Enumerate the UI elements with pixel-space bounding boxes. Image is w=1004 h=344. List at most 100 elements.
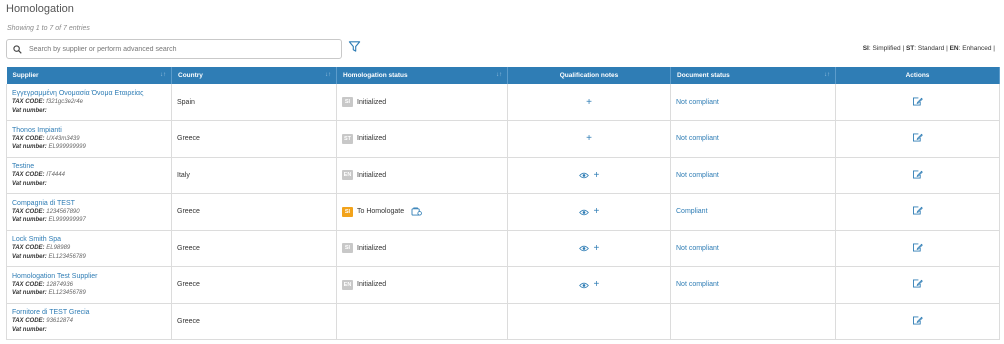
vat-number-label: Vat number: xyxy=(12,326,47,333)
eye-icon[interactable] xyxy=(578,209,589,216)
tax-code-value: 1234567890 xyxy=(46,208,80,215)
level-badge: EN xyxy=(342,279,353,290)
status-cell: SI Initialized xyxy=(336,230,508,267)
vat-number-label: Vat number: xyxy=(12,217,47,224)
tax-code-label: TAX CODE: xyxy=(12,245,45,252)
column-header-doc-status[interactable]: Document status ↓↑ xyxy=(670,67,836,84)
status-wrap: SI To Homologate xyxy=(342,206,502,217)
actions-cell xyxy=(835,303,1000,340)
tax-code-line: TAX CODE: 1234567890 xyxy=(12,208,166,217)
actions-cell xyxy=(835,230,1000,267)
supplier-name-link[interactable]: Compagnia di TEST xyxy=(12,199,166,208)
add-note-button[interactable]: + xyxy=(594,206,600,217)
vat-number-value: EL123456789 xyxy=(48,290,86,297)
homologate-icon[interactable] xyxy=(411,207,422,216)
edit-document-icon[interactable] xyxy=(912,206,923,215)
table-row: Lock Smith Spa TAX CODE: EL98989 Vat num… xyxy=(6,230,1000,267)
supplier-name-link[interactable]: Homologation Test Supplier xyxy=(12,272,166,281)
actions-cell xyxy=(835,120,1000,158)
vat-number-line: Vat number: EL999999999 xyxy=(12,143,166,152)
edit-document-icon[interactable] xyxy=(912,316,923,325)
search-input[interactable] xyxy=(29,45,329,53)
vat-number-line: Vat number: xyxy=(12,107,166,116)
eye-icon[interactable] xyxy=(578,282,589,289)
column-header-status[interactable]: Homologation status ↓↑ xyxy=(336,67,508,84)
add-note-button[interactable]: + xyxy=(594,243,600,254)
vat-number-line: Vat number: EL123456789 xyxy=(12,289,166,298)
vat-number-line: Vat number: xyxy=(12,180,166,189)
document-status-link[interactable]: Not compliant xyxy=(676,281,719,288)
document-status-link[interactable]: Not compliant xyxy=(676,135,719,142)
entries-count: Showing 1 to 7 of 7 entries xyxy=(7,25,90,32)
eye-icon[interactable] xyxy=(578,245,589,252)
country-cell: Greece xyxy=(171,266,337,304)
add-note-button[interactable]: + xyxy=(586,97,592,108)
edit-document-icon[interactable] xyxy=(912,170,923,179)
status-cell: EN Initialized xyxy=(336,266,508,304)
column-label-supplier: Supplier xyxy=(12,72,39,79)
eye-icon[interactable] xyxy=(578,172,589,179)
vat-number-value: EL999999997 xyxy=(48,217,86,224)
status-wrap: ST Initialized xyxy=(342,133,502,144)
notes-cell: + xyxy=(507,193,671,231)
notes-cell: + xyxy=(507,157,671,194)
tax-code-label: TAX CODE: xyxy=(12,318,45,325)
add-note-button[interactable]: + xyxy=(586,133,592,144)
document-status-link[interactable]: Not compliant xyxy=(676,99,719,106)
column-header-supplier[interactable]: Supplier ↓↑ xyxy=(6,67,172,84)
country-cell: Greece xyxy=(171,303,337,340)
doc-status-cell: Not compliant xyxy=(670,120,836,158)
supplier-name-link[interactable]: Testine xyxy=(12,162,166,171)
document-status-link[interactable]: Compliant xyxy=(676,208,708,215)
sort-icon[interactable]: ↓↑ xyxy=(496,72,502,78)
supplier-name-link[interactable]: Thonos Impianti xyxy=(12,126,166,135)
level-badge: ST xyxy=(342,133,353,144)
country-cell: Spain xyxy=(171,84,337,121)
column-header-country[interactable]: Country ↓↑ xyxy=(171,67,337,84)
tax-code-label: TAX CODE: xyxy=(12,99,45,105)
column-header-actions: Actions xyxy=(835,67,1000,84)
edit-document-icon[interactable] xyxy=(912,133,923,142)
add-note-button[interactable]: + xyxy=(594,279,600,290)
supplier-name-link[interactable]: Fornitore di TEST Grecia xyxy=(12,308,166,317)
actions-cell xyxy=(835,157,1000,194)
sort-icon[interactable]: ↓↑ xyxy=(160,72,166,78)
add-note-button[interactable]: + xyxy=(594,170,600,181)
column-header-notes: Qualification notes xyxy=(507,67,671,84)
status-cell: SI Initialized xyxy=(336,84,508,121)
legend-en-label: : Enhanced | xyxy=(958,45,995,52)
tax-code-value: IT4444 xyxy=(46,172,65,179)
column-label-country: Country xyxy=(178,72,203,79)
status-text: Initialized xyxy=(357,244,387,252)
country-cell: Italy xyxy=(171,157,337,194)
column-label-actions: Actions xyxy=(905,72,930,79)
supplier-cell: Thonos Impianti TAX CODE: UX43m3439 Vat … xyxy=(6,120,172,158)
actions-cell xyxy=(835,84,1000,121)
status-text: Initialized xyxy=(357,171,387,179)
table-row: Testine TAX CODE: IT4444 Vat number: Ita… xyxy=(6,157,1000,194)
tax-code-label: TAX CODE: xyxy=(12,172,45,179)
legend-en-key: EN xyxy=(949,45,959,52)
filter-icon[interactable] xyxy=(348,40,361,53)
table-row: Compagnia di TEST TAX CODE: 1234567890 V… xyxy=(6,193,1000,231)
search-box[interactable] xyxy=(6,39,342,59)
status-cell: EN Initialized xyxy=(336,157,508,194)
edit-document-icon[interactable] xyxy=(912,279,923,288)
column-label-status: Homologation status xyxy=(343,72,408,79)
edit-document-icon[interactable] xyxy=(912,243,923,252)
supplier-name-link[interactable]: Lock Smith Spa xyxy=(12,235,166,244)
status-cell: ST Initialized xyxy=(336,120,508,158)
doc-status-cell: Not compliant xyxy=(670,230,836,267)
sort-icon[interactable]: ↓↑ xyxy=(824,72,830,78)
tax-code-line: TAX CODE: IT4444 xyxy=(12,171,166,180)
edit-document-icon[interactable] xyxy=(912,96,923,106)
document-status-link[interactable]: Not compliant xyxy=(676,245,719,252)
sort-icon[interactable]: ↓↑ xyxy=(325,72,331,78)
level-badge: SI xyxy=(342,97,353,107)
document-status-link[interactable]: Not compliant xyxy=(676,172,719,179)
vat-number-label: Vat number: xyxy=(12,107,47,114)
supplier-name-link[interactable]: Εγγεγραμμένη Ονομασία Όνομα Εταιρείας xyxy=(12,89,166,98)
doc-status-cell: Compliant xyxy=(670,193,836,231)
column-label-doc-status: Document status xyxy=(677,72,730,79)
legend-si-label: : Simplified | xyxy=(868,45,905,52)
